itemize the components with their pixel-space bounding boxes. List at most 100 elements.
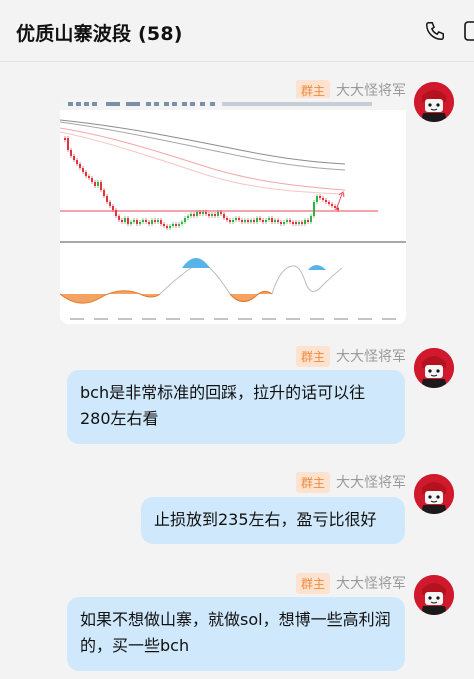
candle-body	[148, 222, 150, 224]
message-meta: 群主 大大怪将军	[295, 471, 406, 493]
candlestick-chart-screenshot	[60, 98, 406, 320]
candle-body	[235, 218, 237, 220]
candle-body	[214, 214, 216, 216]
candle-body	[193, 214, 195, 216]
candle-body	[307, 220, 309, 222]
candle-body	[271, 218, 273, 222]
chart-image[interactable]	[60, 98, 406, 324]
message-bubble[interactable]: 止损放到235左右，盈亏比很好	[141, 497, 405, 544]
candle-body	[121, 220, 123, 222]
axis-tick-mark	[238, 318, 252, 320]
candle-body	[169, 226, 171, 228]
candle-body	[265, 220, 267, 222]
avatar[interactable]	[414, 82, 454, 122]
candle-body	[103, 190, 105, 196]
candle-body	[226, 218, 228, 220]
candle-body	[136, 220, 138, 224]
candle-body	[238, 218, 240, 220]
axis-tick-mark	[286, 318, 300, 320]
candle-body	[157, 220, 159, 222]
candle-body	[79, 164, 81, 168]
sender-name[interactable]: 大大怪将军	[336, 573, 406, 593]
axis-tick-mark	[166, 318, 180, 320]
candle-body	[232, 220, 234, 222]
candle-body	[286, 220, 288, 222]
message-meta: 群主 大大怪将军	[295, 572, 406, 594]
candle-body	[208, 214, 210, 216]
sender-name[interactable]: 大大怪将军	[336, 472, 406, 492]
candle-body	[184, 218, 186, 222]
candle-body	[118, 216, 120, 220]
axis-tick-mark	[118, 318, 132, 320]
candle-body	[130, 222, 132, 224]
candle-body	[73, 156, 75, 160]
candle-body	[283, 222, 285, 224]
candle-body	[253, 220, 255, 222]
sender-name[interactable]: 大大怪将军	[336, 80, 406, 100]
candle-body	[334, 206, 336, 208]
candle-body	[91, 178, 93, 182]
candle-body	[106, 196, 108, 202]
candle-body	[325, 200, 327, 202]
candle-body	[211, 214, 213, 216]
candle-body	[247, 220, 249, 222]
candle-body	[313, 202, 315, 216]
candle-body	[142, 220, 144, 222]
candle-body	[316, 196, 318, 202]
candle-body	[331, 204, 333, 206]
axis-tick-mark	[382, 318, 396, 320]
chat-header: 优质山寨波段 (58)	[0, 0, 474, 62]
avatar[interactable]	[414, 348, 454, 388]
candle-body	[109, 202, 111, 206]
candle-body	[220, 212, 222, 214]
candle-body	[166, 226, 168, 228]
axis-tick-mark	[70, 318, 84, 320]
candle-body	[244, 220, 246, 222]
message-bubble[interactable]: 如果不想做山寨，就做sol，想博一些高利润的，买一些bch	[67, 597, 405, 671]
candle-body	[241, 220, 243, 222]
candle-body	[133, 220, 135, 222]
candle-body	[250, 220, 252, 222]
avatar-character-icon	[414, 474, 454, 514]
message-bubble[interactable]: bch是非常标准的回踩，拉升的话可以往280左右看	[67, 370, 405, 444]
candle-body	[112, 206, 114, 210]
candle-body	[292, 222, 294, 224]
candle-body	[187, 216, 189, 218]
phone-icon[interactable]	[424, 20, 446, 42]
axis-tick-mark	[94, 318, 108, 320]
candle-body	[85, 172, 87, 176]
candle-body	[298, 222, 300, 224]
avatar[interactable]	[414, 575, 454, 615]
candle-body	[181, 222, 183, 224]
owner-badge: 群主	[295, 345, 330, 367]
candle-body	[280, 222, 282, 224]
avatar-character-icon	[414, 575, 454, 615]
axis-tick-mark	[262, 318, 276, 320]
candle-body	[259, 218, 261, 220]
candle-body	[76, 160, 78, 164]
candle-body	[67, 138, 69, 150]
more-icon[interactable]	[462, 20, 474, 42]
candle-body	[97, 182, 99, 186]
candle-body	[337, 208, 339, 210]
candle-body	[205, 212, 207, 214]
candle-body	[151, 220, 153, 224]
candle-body	[289, 220, 291, 222]
axis-tick-mark	[310, 318, 324, 320]
candle-body	[175, 224, 177, 226]
avatar-character-icon	[414, 82, 454, 122]
candle-body	[124, 218, 126, 222]
sender-name[interactable]: 大大怪将军	[336, 346, 406, 366]
candle-body	[199, 212, 201, 214]
axis-tick-mark	[214, 318, 228, 320]
avatar[interactable]	[414, 474, 454, 514]
avatar-character-icon	[414, 348, 454, 388]
candle-body	[70, 150, 72, 156]
candle-body	[301, 222, 303, 224]
candle-body	[190, 214, 192, 216]
candle-body	[310, 216, 312, 222]
chat-title: 优质山寨波段 (58)	[16, 23, 183, 45]
axis-tick-mark	[142, 318, 156, 320]
candle-body	[277, 220, 279, 222]
candle-body	[295, 222, 297, 224]
